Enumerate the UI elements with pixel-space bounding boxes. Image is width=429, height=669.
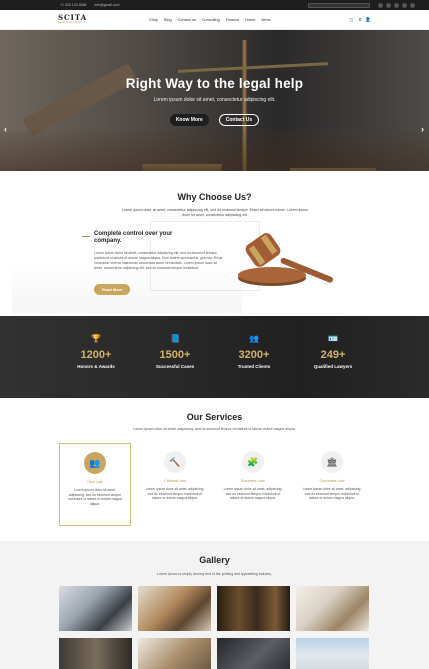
read-more-button[interactable]: Read More bbox=[94, 284, 131, 295]
stat-value: 1500+ bbox=[159, 349, 191, 361]
nav-item-items[interactable]: Items bbox=[261, 18, 270, 22]
nav-item-home[interactable]: Home bbox=[245, 18, 255, 22]
stat-cases: 📘 1500+ Successful Cases bbox=[135, 334, 215, 369]
stat-label: Honors & Awards bbox=[77, 364, 115, 369]
stat-value: 3200+ bbox=[238, 349, 270, 361]
contact-us-button[interactable]: Contact Us bbox=[218, 114, 260, 126]
linkedin-icon[interactable] bbox=[394, 2, 399, 8]
why-lead: Lorem ipsum dolor sit amet, consectetur … bbox=[121, 208, 309, 217]
cart-count: 0 bbox=[358, 16, 362, 22]
service-name: Criminal Law bbox=[164, 479, 186, 483]
trophy-icon: 🏆 bbox=[91, 334, 101, 343]
facebook-icon[interactable] bbox=[378, 2, 383, 8]
service-name: Civil Law bbox=[87, 480, 103, 484]
service-desc: Lorem ipsum dolor sit amet, adipiscing, … bbox=[302, 487, 362, 501]
hero-subtitle: Lorem ipsum dolor sit amet, consectetur … bbox=[153, 97, 276, 103]
cart-icon[interactable]: 🛒 bbox=[349, 17, 355, 23]
nav-item-finance[interactable]: Finance bbox=[226, 18, 240, 22]
service-card-criminal[interactable]: 🔨 Criminal Law Lorem ipsum dolor sit ame… bbox=[139, 443, 211, 526]
nav-item-consulting[interactable]: Consulting bbox=[202, 18, 220, 22]
gallery-section: Gallery Lorem Ipsum is simply dummy text… bbox=[0, 541, 429, 669]
stat-awards: 🏆 1200+ Honors & Awards bbox=[56, 334, 136, 369]
header-icons: 🛒 0 👤 bbox=[349, 17, 371, 23]
main-nav: Shop Blog Contact us Consulting Finance … bbox=[149, 18, 271, 22]
lawyer-icon: 🪪 bbox=[328, 334, 338, 343]
stat-value: 249+ bbox=[320, 349, 346, 361]
social-links bbox=[378, 2, 415, 8]
stat-clients: 👥 3200+ Trusted Clients bbox=[214, 334, 294, 369]
nav-item-contact[interactable]: Contact us bbox=[178, 18, 196, 22]
gallery-image-library[interactable] bbox=[59, 638, 132, 669]
book-icon: 📘 bbox=[170, 334, 180, 343]
gallery-image-meeting[interactable] bbox=[59, 586, 132, 631]
service-desc: Lorem ipsum dolor sit amet, adipiscing, … bbox=[145, 487, 205, 501]
service-card-business[interactable]: 🧩 Business Law Lorem ipsum dolor sit ame… bbox=[217, 443, 289, 526]
phone-text[interactable]: +1 022 123 4568 bbox=[60, 3, 86, 7]
user-icon[interactable]: 👤 bbox=[365, 17, 371, 23]
site-header: SCITA Legal & Law Firm Shop Blog Contact… bbox=[0, 10, 429, 30]
stat-lawyers: 🪪 249+ Qualified Lawyers bbox=[293, 334, 373, 369]
gallery-image-gavel[interactable] bbox=[138, 586, 211, 631]
nav-item-shop[interactable]: Shop bbox=[149, 18, 158, 22]
contact-info: +1 022 123 4568 info@gmail.com bbox=[60, 3, 120, 7]
service-desc: Lorem ipsum dolor sit amet, adipiscing, … bbox=[223, 487, 283, 501]
users-icon: 👥 bbox=[249, 334, 259, 343]
services-title: Our Services bbox=[186, 412, 243, 422]
know-more-button[interactable]: Know More bbox=[169, 114, 209, 126]
search-input[interactable] bbox=[308, 2, 370, 8]
service-name: Business Law bbox=[241, 479, 265, 483]
service-card-corporate[interactable]: 🏛 Corporate Law Lorem ipsum dolor sit am… bbox=[296, 443, 368, 526]
nav-item-blog[interactable]: Blog bbox=[164, 18, 172, 22]
email-text[interactable]: info@gmail.com bbox=[94, 3, 119, 7]
stat-value: 1200+ bbox=[80, 349, 112, 361]
gallery-image-signing[interactable] bbox=[296, 586, 369, 631]
stat-label: Qualified Lawyers bbox=[313, 364, 353, 369]
slider-prev-icon[interactable]: ‹ bbox=[4, 124, 7, 134]
gallery-image-courthouse[interactable] bbox=[296, 638, 369, 669]
logo-tagline: Legal & Law Firm bbox=[58, 21, 82, 25]
service-card-civil[interactable]: 👥 Civil Law Lorem ipsum dolor sit amet, … bbox=[59, 443, 131, 526]
gallery-image-books[interactable] bbox=[217, 586, 290, 631]
gallery-image-consultation[interactable] bbox=[217, 638, 290, 669]
service-desc: Lorem ipsum dolor sit amet, adipiscing, … bbox=[68, 488, 122, 506]
hero-title: Right Way to the legal help bbox=[125, 76, 304, 91]
puzzle-icon: 🧩 bbox=[242, 451, 264, 473]
why-heading: Complete control over your company. bbox=[94, 231, 173, 244]
logo[interactable]: SCITA Legal & Law Firm bbox=[58, 14, 87, 25]
slider-next-icon[interactable]: › bbox=[421, 124, 424, 134]
gallery-image-desk[interactable] bbox=[138, 638, 211, 669]
services-lead: Lorem ipsum dolor sit amet, adipiscing, … bbox=[133, 427, 296, 431]
hero-buttons: Know More Contact Us bbox=[0, 114, 429, 126]
courthouse-icon: 🏛 bbox=[321, 451, 343, 473]
stat-label: Successful Cases bbox=[155, 364, 195, 369]
why-body: Lorem ipsum dolor sit amet, consectetur … bbox=[94, 251, 223, 270]
gavel-image bbox=[238, 233, 334, 286]
top-bar: +1 022 123 4568 info@gmail.com bbox=[0, 0, 429, 10]
service-name: Corporate Law bbox=[319, 479, 345, 483]
why-title: Why Choose Us? bbox=[177, 192, 252, 202]
instagram-icon[interactable] bbox=[410, 2, 415, 8]
hero-slider: Right Way to the legal help Lorem ipsum … bbox=[0, 30, 429, 171]
gallery-title: Gallery bbox=[199, 555, 230, 565]
gallery-lead: Lorem Ipsum is simply dummy text of the … bbox=[157, 572, 272, 576]
stat-label: Trusted Clients bbox=[237, 364, 271, 369]
google-plus-icon[interactable] bbox=[402, 2, 407, 8]
heading-accent-line bbox=[82, 236, 90, 237]
twitter-icon[interactable] bbox=[386, 2, 391, 8]
people-icon: 👥 bbox=[84, 452, 106, 474]
why-choose-us-section: Why Choose Us? Lorem ipsum dolor sit ame… bbox=[0, 171, 429, 316]
gavel-icon: 🔨 bbox=[164, 451, 186, 473]
stats-band: 🏆 1200+ Honors & Awards 📘 1500+ Successf… bbox=[0, 316, 429, 398]
services-section: Our Services Lorem ipsum dolor sit amet,… bbox=[0, 398, 429, 541]
